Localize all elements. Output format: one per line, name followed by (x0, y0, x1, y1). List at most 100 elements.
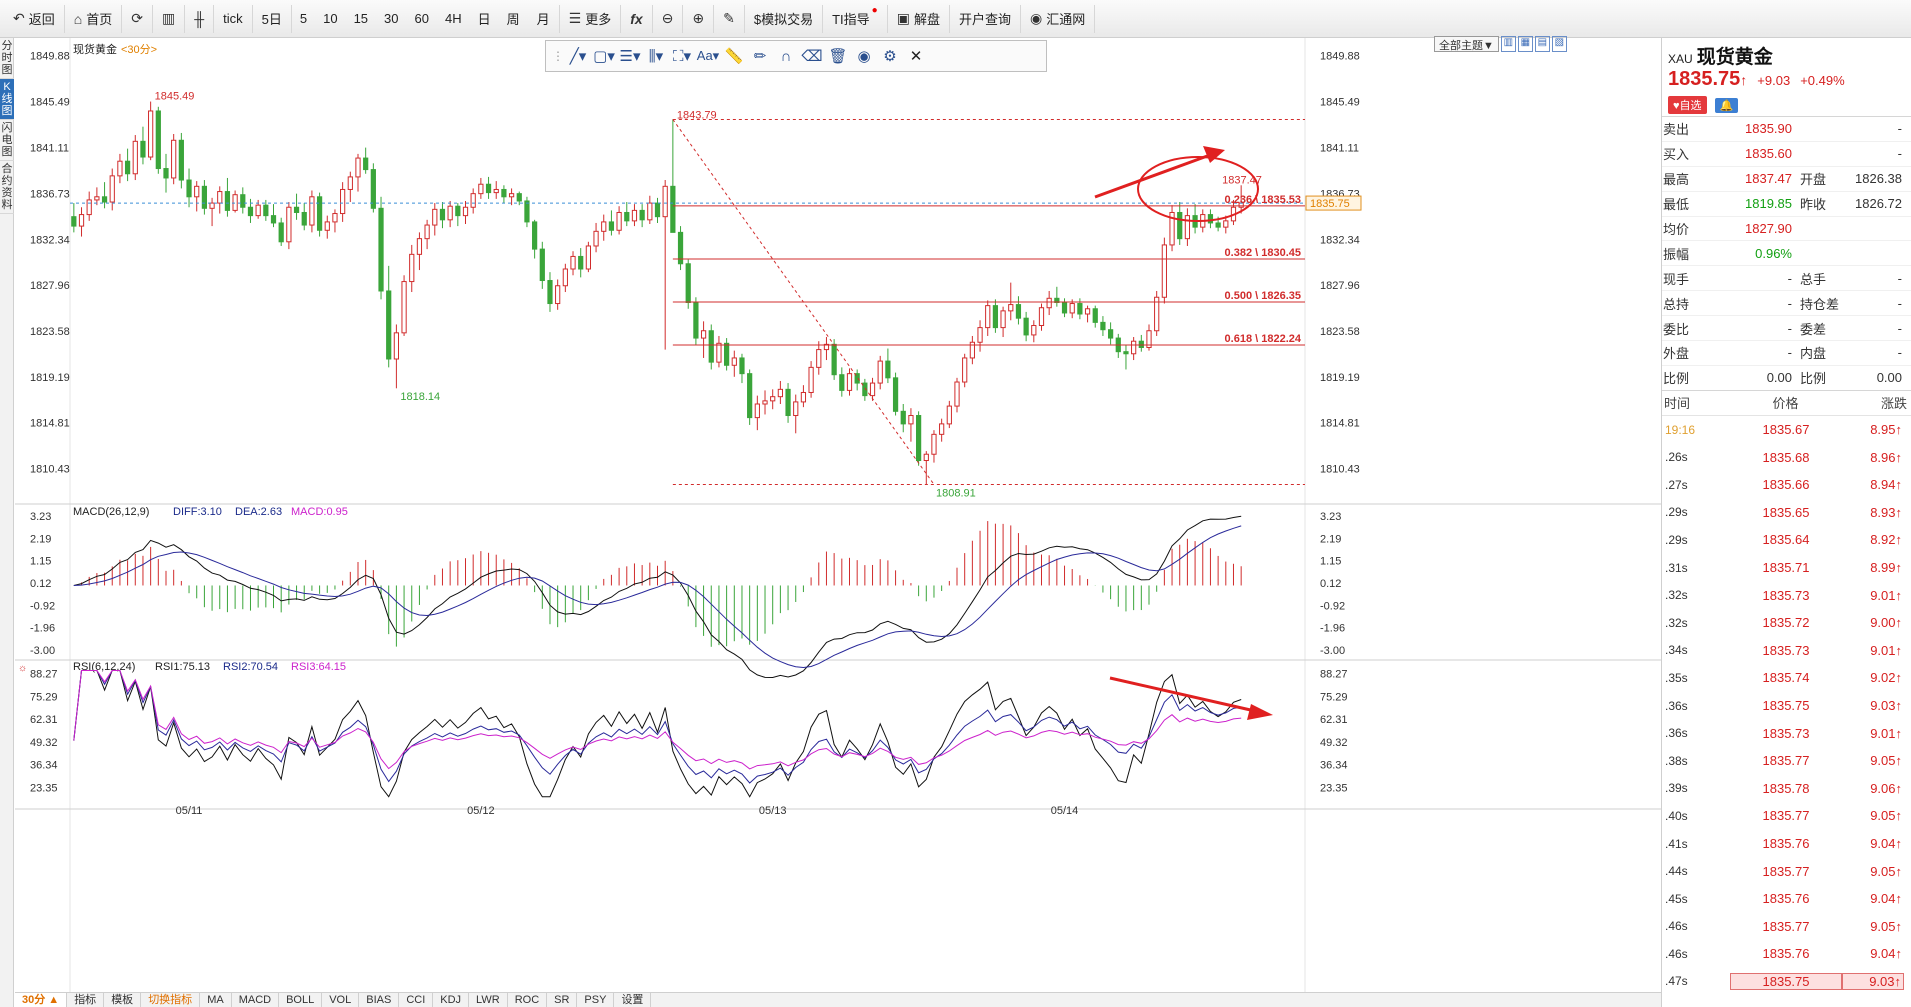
layout-2-icon[interactable]: ▦ (1517, 36, 1533, 52)
period-4h-button[interactable]: 4H (437, 5, 470, 33)
quote-label: 委比 (1663, 321, 1690, 337)
theme-dropdown[interactable]: 全部主题▼ (1434, 36, 1499, 52)
price-tick-left: 1827.96 (30, 280, 70, 292)
settings-icon[interactable]: ⚙ (878, 47, 902, 65)
account-query-button[interactable]: 开户查询 (950, 4, 1021, 33)
home-button[interactable]: ⌂ 首页 (65, 4, 123, 33)
candle-body (670, 185, 676, 233)
tick-time: .27s (1665, 477, 1688, 492)
candle-body (1031, 325, 1037, 336)
layout-3-icon[interactable]: ▤ (1534, 36, 1550, 52)
formula-button[interactable]: fx (621, 4, 653, 33)
ruler-icon[interactable]: 📏 (722, 47, 746, 65)
candle-body (101, 196, 108, 203)
kdj-tab[interactable]: KDJ (433, 993, 470, 1007)
eye-icon[interactable]: ◉ (852, 47, 876, 65)
lwr-tab[interactable]: LWR (469, 993, 508, 1007)
period-month-button[interactable]: 月 (528, 4, 560, 33)
trash-icon[interactable]: 🗑 (826, 47, 850, 65)
add-favorite-button[interactable]: ♥自选 (1668, 96, 1707, 114)
more-button[interactable]: ☰ 更多 (560, 4, 622, 33)
period-10-button[interactable]: 10 (315, 5, 345, 33)
kline-chart-svg[interactable]: 现货黄金 <30分> 1849.88 1849.88 1845.49 1845.49 184… (15, 38, 1661, 992)
macd-tick-right: -0.92 (1320, 600, 1345, 612)
back-button[interactable]: ↶ 返回 (4, 4, 65, 33)
candle-body (985, 305, 991, 329)
sim-trade-button[interactable]: $模拟交易 (745, 4, 824, 33)
alert-bell-button[interactable]: 🔔 (1714, 97, 1739, 113)
eraser-icon[interactable]: ⌫ (800, 47, 824, 65)
tab-flash[interactable]: 闪电图 (0, 120, 14, 161)
refresh-button[interactable]: ⟳ (122, 4, 153, 33)
candle-body (247, 206, 254, 217)
layout-1-icon[interactable]: ▥ (1500, 36, 1516, 52)
tick-list[interactable]: 19:16 1835.67 8.95↑ .26s 1835.68 8.96↑ .27s 183… (1662, 416, 1911, 995)
symbol-name: 现货黄金 (1696, 47, 1773, 68)
bias-tab[interactable]: BIAS (359, 993, 400, 1007)
globe-icon: ◉ (1029, 10, 1043, 26)
line-tool-icon[interactable]: ╱▾ (566, 47, 590, 65)
period-day-button[interactable]: 日 (470, 5, 499, 33)
price-tick-left: 1823.58 (30, 326, 70, 338)
channel-tool-icon[interactable]: ☰▾ (618, 47, 642, 65)
tick-change: 8.92↑ (1870, 532, 1902, 548)
rsi3-line (73, 670, 1242, 770)
quote-row: 现手 - 总手 - (1662, 265, 1911, 290)
ti-guide-button[interactable]: TI指导 ● (823, 4, 888, 33)
layout-4-icon[interactable]: ▧ (1551, 36, 1567, 52)
candle-body (124, 160, 131, 175)
pencil-icon[interactable]: ✏ (748, 47, 772, 65)
tick-header: 时间 价格 涨跌 (1662, 389, 1911, 416)
period-5d-button[interactable]: 5日 (253, 4, 292, 33)
quote-label: 总持 (1663, 296, 1690, 312)
tick-button[interactable]: tick (214, 4, 253, 33)
quote-value-2: 1826.72 (1855, 196, 1902, 212)
zoom-in-button[interactable]: ⊕ (683, 4, 715, 33)
period-30-button[interactable]: 30 (376, 5, 406, 33)
kline-chart-area[interactable]: 现货黄金 <30分> 1849.88 1849.88 1845.49 1845.49 184… (15, 38, 1661, 1007)
period-5-button[interactable]: 5 (292, 5, 315, 33)
quote-value-2: - (1897, 320, 1902, 336)
ma-tab[interactable]: MA (200, 993, 232, 1007)
cci-tab[interactable]: CCI (399, 993, 434, 1007)
rect-tool-icon[interactable]: ▢▾ (592, 47, 616, 65)
drag-handle-icon[interactable]: ⋮ (552, 49, 564, 63)
quote-label: 最高 (1663, 172, 1690, 188)
text-tool-icon[interactable]: Aa▾ (696, 48, 720, 64)
pattern-tool-icon[interactable]: ⛶▾ (670, 47, 694, 65)
candle-body (539, 248, 545, 282)
vol-tab[interactable]: VOL (322, 993, 360, 1007)
fx-site-button[interactable]: ◉ 汇通网 (1021, 4, 1096, 33)
tick-row: .39s 1835.78 9.06↑ (1662, 775, 1911, 803)
tab-timeshare[interactable]: 分时图 (0, 38, 14, 79)
price-tick-left: 1841.11 (30, 143, 69, 155)
candle-body (1184, 215, 1191, 240)
switch-indicator-tab[interactable]: 切换指标 (141, 993, 201, 1007)
quote-label: 均价 (1663, 222, 1690, 237)
boll-tab[interactable]: BOLL (279, 993, 323, 1007)
tab-contract[interactable]: 合约资料 (0, 161, 14, 214)
period-week-button[interactable]: 周 (499, 5, 528, 33)
indicator-tab[interactable]: 指标 (67, 993, 105, 1007)
zoom-out-button[interactable]: ⊖ (653, 4, 684, 33)
unlock-button[interactable]: ▣ 解盘 (888, 4, 950, 33)
macd-tab[interactable]: MACD (232, 993, 280, 1007)
sr-tab[interactable]: SR (547, 993, 578, 1007)
period-60-button[interactable]: 60 (407, 5, 437, 33)
period-selector[interactable]: 30分 ▲ (15, 993, 68, 1007)
bar-chart-button[interactable]: ▥ (153, 4, 186, 33)
tick-price: 1835.73 (1762, 587, 1810, 603)
draw-button[interactable]: ✎ (714, 4, 745, 33)
candle-chart-button[interactable]: ╫ (185, 4, 215, 33)
quote-value: 0.00 (1766, 370, 1792, 386)
candle-body (501, 188, 507, 198)
period-15-button[interactable]: 15 (346, 5, 376, 33)
fib-tool-icon[interactable]: ⫼▾ (644, 47, 668, 65)
psy-tab[interactable]: PSY (577, 993, 615, 1007)
roc-tab[interactable]: ROC (508, 993, 548, 1007)
magnet-icon[interactable]: ∩ (774, 48, 798, 65)
tab-kline[interactable]: K线图 (0, 79, 14, 120)
close-icon[interactable]: ✕ (904, 47, 928, 65)
settings-tab[interactable]: 设置 (614, 993, 652, 1007)
template-tab[interactable]: 模板 (104, 993, 142, 1007)
